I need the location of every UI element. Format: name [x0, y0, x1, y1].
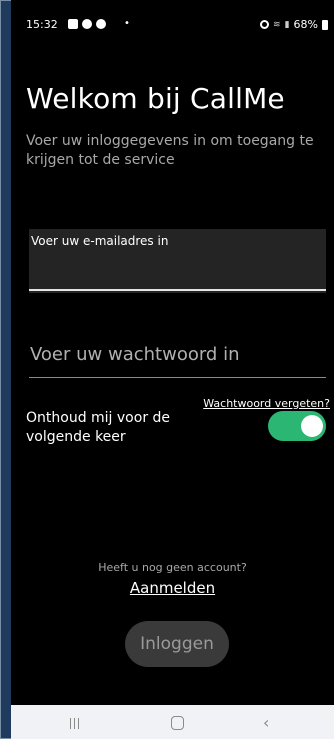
- email-field-label: Voer uw e-mailadres in: [31, 234, 169, 248]
- status-bar: 15:32 • ≋ ▮ 68%: [11, 18, 334, 38]
- status-dot: •: [124, 18, 130, 29]
- forgot-password-link[interactable]: Wachtwoord vergeten?: [203, 397, 330, 410]
- remember-me-label: Onthoud mij voor de volgende keer: [26, 410, 171, 445]
- password-field[interactable]: Voer uw wachtwoord in: [30, 344, 326, 365]
- battery-icon: [322, 19, 328, 30]
- messenger-icon: [82, 19, 92, 29]
- no-account-text: Heeft u nog geen account?: [98, 561, 247, 574]
- notification-icons: [68, 19, 106, 29]
- battery-percent: 68%: [293, 18, 318, 31]
- status-right: ≋ ▮ 68%: [260, 18, 328, 31]
- signup-link[interactable]: Aanmelden: [11, 579, 334, 597]
- home-icon[interactable]: [171, 716, 184, 730]
- back-icon[interactable]: ‹: [263, 713, 269, 732]
- email-field-underline: [29, 289, 326, 291]
- signal-icon: ▮: [284, 19, 290, 30]
- recent-apps-icon[interactable]: [70, 718, 79, 729]
- gallery-icon: [68, 19, 78, 29]
- status-time: 15:32: [26, 18, 58, 31]
- chat-icon: [96, 19, 106, 29]
- email-field[interactable]: Voer uw e-mailadres in: [29, 229, 326, 293]
- app-screen: 15:32 • ≋ ▮ 68% Welkom bij CallMe Voer u…: [11, 0, 334, 705]
- system-nav-bar: ‹: [11, 705, 334, 739]
- page-title: Welkom bij CallMe: [26, 82, 285, 115]
- toggle-knob: [301, 415, 323, 437]
- page-subtitle: Voer uw inloggegevens in om toegang te k…: [26, 133, 314, 168]
- login-button[interactable]: Inloggen: [125, 621, 229, 667]
- alarm-icon: [260, 20, 270, 29]
- wifi-icon: ≋: [273, 19, 281, 30]
- remember-me-toggle[interactable]: [268, 411, 326, 441]
- password-field-underline: [29, 377, 326, 378]
